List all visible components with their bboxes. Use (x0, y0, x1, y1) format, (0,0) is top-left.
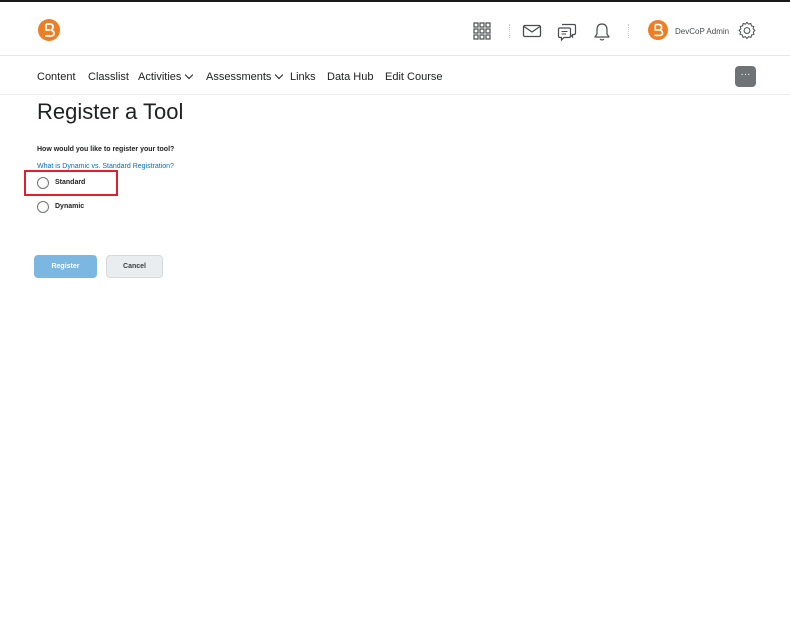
registration-help-link[interactable]: What is Dynamic vs. Standard Registratio… (37, 163, 174, 170)
nav-item-label: Data Hub (327, 71, 374, 83)
cancel-button[interactable]: Cancel (106, 255, 163, 278)
nav-item-label: Assessments (206, 71, 272, 83)
radio-button-dynamic[interactable] (37, 201, 49, 213)
user-name[interactable]: DevCoP Admin (675, 27, 729, 36)
page-title: Register a Tool (37, 99, 184, 124)
header-divider (509, 24, 510, 38)
nav-item-label: Edit Course (385, 71, 443, 83)
chat-icon[interactable] (557, 22, 577, 42)
apps-grid-icon[interactable] (473, 22, 493, 40)
nav-item-label: Content (37, 71, 76, 83)
avatar-logo-icon[interactable] (648, 20, 668, 40)
registration-question: How would you like to register your tool… (37, 146, 175, 153)
nav-item-label: Classlist (88, 71, 129, 83)
nav-item-activities[interactable]: Activities (138, 70, 194, 83)
nav-item-edit-course[interactable]: Edit Course (385, 71, 442, 83)
course-navbar: Content Classlist Activities Assessments… (0, 57, 790, 95)
highlight-box (24, 170, 118, 196)
nav-item-content[interactable]: Content (37, 71, 76, 83)
chevron-down-icon (275, 70, 284, 80)
nav-item-links[interactable]: Links (290, 71, 316, 83)
mail-icon[interactable] (522, 22, 542, 40)
brand-logo-icon[interactable] (38, 19, 60, 41)
register-button[interactable]: Register (34, 255, 97, 278)
more-options-button[interactable]: ··· (735, 66, 756, 87)
bell-icon[interactable] (593, 22, 613, 41)
nav-item-data-hub[interactable]: Data Hub (327, 71, 373, 83)
nav-item-assessments[interactable]: Assessments (206, 70, 284, 83)
nav-item-label: Links (290, 71, 316, 83)
header: DevCoP Admin (0, 2, 790, 56)
nav-item-classlist[interactable]: Classlist (88, 71, 129, 83)
radio-label-dynamic[interactable]: Dynamic (55, 203, 84, 210)
header-divider (628, 24, 629, 38)
nav-item-label: Activities (138, 71, 182, 83)
chevron-down-icon (185, 70, 194, 80)
gear-icon[interactable] (737, 21, 757, 39)
